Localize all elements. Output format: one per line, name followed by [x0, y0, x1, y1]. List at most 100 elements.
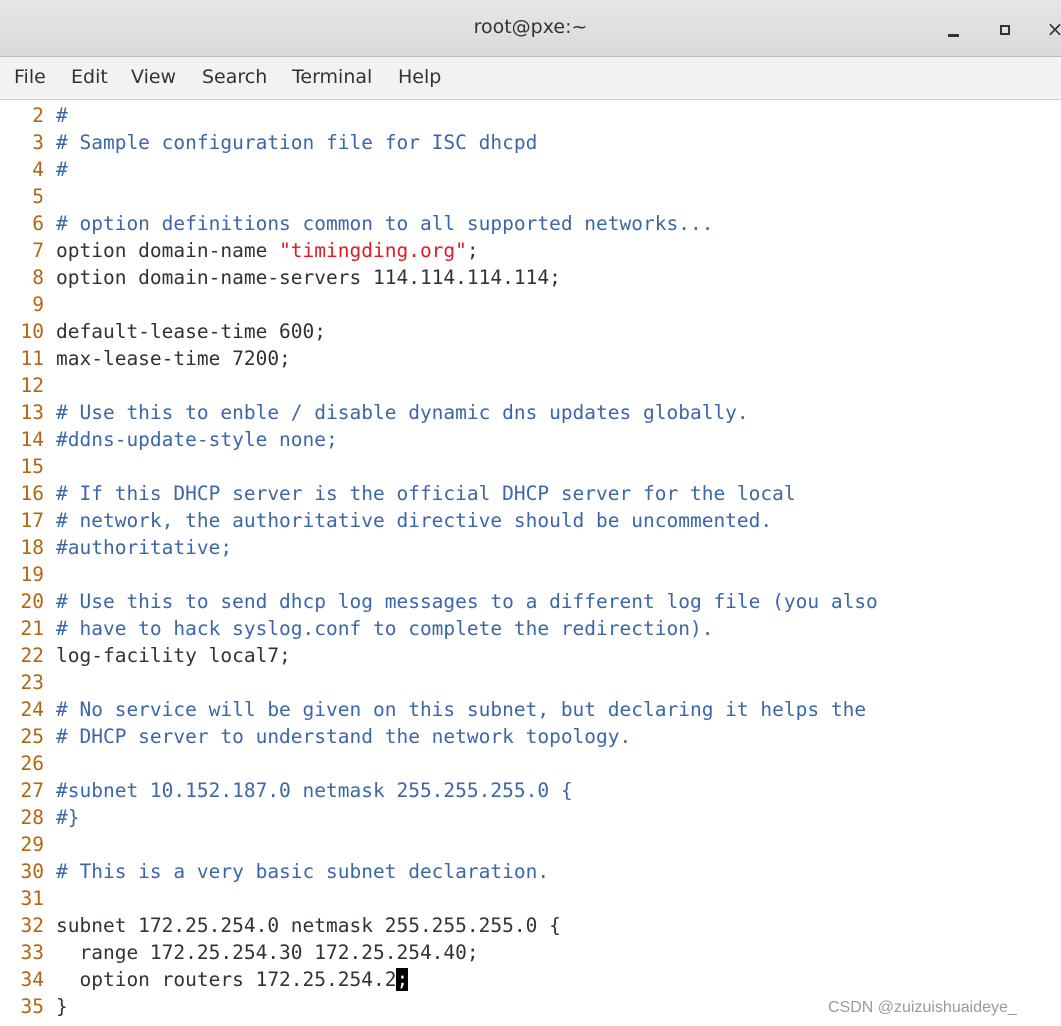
- code-text: default-lease-time 600;: [56, 320, 327, 343]
- comment-text: # No service will be given on this subne…: [56, 698, 867, 721]
- line-number: 6: [32, 212, 44, 235]
- editor-line: 21 # have to hack syslog.conf to complete…: [0, 615, 714, 642]
- menu-terminal[interactable]: Terminal: [292, 66, 372, 88]
- editor-line: 4 #: [0, 156, 68, 183]
- line-number: 34: [20, 968, 44, 991]
- menu-file[interactable]: File: [14, 66, 46, 88]
- editor-line: 20 # Use this to send dhcp log messages t…: [0, 588, 878, 615]
- line-number: 9: [32, 293, 44, 316]
- code-text: log-facility local7;: [56, 644, 291, 667]
- editor-line: 11 max-lease-time 7200;: [0, 345, 291, 372]
- line-number: 2: [32, 104, 44, 127]
- code-text: ;: [466, 239, 479, 262]
- editor-line: 33 range 172.25.254.30 172.25.254.40;: [0, 939, 479, 966]
- editor-line: 24 # No service will be given on this sub…: [0, 696, 867, 723]
- editor-line: 29: [0, 831, 56, 858]
- editor-line: 32 subnet 172.25.254.0 netmask 255.255.25…: [0, 912, 561, 939]
- line-number: 20: [20, 590, 44, 613]
- editor-line: 14 #ddns-update-style none;: [0, 426, 338, 453]
- code-text: range 172.25.254.30 172.25.254.40;: [56, 941, 479, 964]
- comment-text: # This is a very basic subnet declaratio…: [56, 860, 550, 883]
- code-text: option domain-name-servers 114.114.114.1…: [56, 266, 561, 289]
- line-number: 7: [32, 239, 44, 262]
- editor-line: 25 # DHCP server to understand the networ…: [0, 723, 632, 750]
- line-number: 13: [20, 401, 44, 424]
- string-literal: "timingding.org": [279, 239, 467, 262]
- window-title: root@pxe:~: [473, 16, 588, 38]
- line-number: 25: [20, 725, 44, 748]
- line-number: 22: [20, 644, 44, 667]
- editor-line: 35}: [0, 993, 68, 1020]
- line-number: 27: [20, 779, 44, 802]
- menu-view[interactable]: View: [131, 66, 176, 88]
- comment-text: #: [56, 158, 68, 181]
- comment-text: # option definitions common to all suppo…: [56, 212, 714, 235]
- line-number: 15: [20, 455, 44, 478]
- editor-line: 3 # Sample configuration file for ISC dhc…: [0, 129, 537, 156]
- editor-line: 30 # This is a very basic subnet declarat…: [0, 858, 550, 885]
- close-icon[interactable]: ×: [1040, 14, 1061, 44]
- menu-search[interactable]: Search: [202, 66, 267, 88]
- line-number: 14: [20, 428, 44, 451]
- comment-text: # have to hack syslog.conf to complete t…: [56, 617, 714, 640]
- comment-text: #ddns-update-style none;: [56, 428, 338, 451]
- line-number: 19: [20, 563, 44, 586]
- comment-text: #}: [56, 806, 80, 829]
- editor-line: 12: [0, 372, 56, 399]
- line-number: 4: [32, 158, 44, 181]
- menu-help[interactable]: Help: [398, 66, 441, 88]
- minimize-icon[interactable]: [938, 14, 968, 44]
- editor-line: 23: [0, 669, 56, 696]
- editor-line: 27 #subnet 10.152.187.0 netmask 255.255.2…: [0, 777, 573, 804]
- editor-line: 16 # If this DHCP server is the official …: [0, 480, 796, 507]
- comment-text: #subnet 10.152.187.0 netmask 255.255.255…: [56, 779, 573, 802]
- editor-line: 18 #authoritative;: [0, 534, 233, 561]
- code-text: option domain-name: [56, 239, 280, 262]
- menu-edit[interactable]: Edit: [71, 66, 108, 88]
- maximize-icon[interactable]: [990, 14, 1020, 44]
- terminal-window: root@pxe:~ × File Edit View Search Termi…: [0, 0, 1061, 1026]
- line-number: 28: [20, 806, 44, 829]
- editor-line: 17 # network, the authoritative directive…: [0, 507, 773, 534]
- title-bar[interactable]: root@pxe:~ ×: [0, 0, 1061, 57]
- line-number: 21: [20, 617, 44, 640]
- text-cursor: ;: [396, 968, 409, 991]
- editor-line: 2 #: [0, 102, 68, 129]
- line-number: 32: [20, 914, 44, 937]
- line-number: 31: [20, 887, 44, 910]
- editor-line: 26: [0, 750, 56, 777]
- comment-text: # DHCP server to understand the network …: [56, 725, 632, 748]
- line-number: 12: [20, 374, 44, 397]
- comment-text: # Use this to send dhcp log messages to …: [56, 590, 878, 613]
- menu-bar: File Edit View Search Terminal Help: [0, 57, 1061, 100]
- line-number: 8: [32, 266, 44, 289]
- line-number: 10: [20, 320, 44, 343]
- line-number: 29: [20, 833, 44, 856]
- line-number: 35: [20, 995, 44, 1018]
- editor-line: 13 # Use this to enble / disable dynamic …: [0, 399, 749, 426]
- terminal-editor-area[interactable]: 2 #3 # Sample configuration file for ISC d…: [0, 100, 1061, 1026]
- comment-text: # network, the authoritative directive s…: [56, 509, 773, 532]
- line-number: 26: [20, 752, 44, 775]
- comment-text: # Sample configuration file for ISC dhcp…: [56, 131, 538, 154]
- comment-text: #authoritative;: [56, 536, 233, 559]
- comment-text: # If this DHCP server is the official DH…: [56, 482, 796, 505]
- editor-line: 19: [0, 561, 56, 588]
- editor-line: 9: [0, 291, 56, 318]
- code-text: max-lease-time 7200;: [56, 347, 291, 370]
- editor-line: 7 option domain-name "timingding.org";: [0, 237, 479, 264]
- line-number: 17: [20, 509, 44, 532]
- code-text: }: [56, 995, 68, 1018]
- editor-line: 5: [0, 183, 56, 210]
- line-number: 3: [32, 131, 44, 154]
- editor-line: 31: [0, 885, 56, 912]
- editor-line: 34 option routers 172.25.254.2;: [0, 966, 409, 993]
- comment-text: # Use this to enble / disable dynamic dn…: [56, 401, 749, 424]
- editor-line: 22 log-facility local7;: [0, 642, 291, 669]
- line-number: 18: [20, 536, 44, 559]
- line-number: 24: [20, 698, 44, 721]
- editor-line: 15: [0, 453, 56, 480]
- line-number: 33: [20, 941, 44, 964]
- editor-line: 8 option domain-name-servers 114.114.114.…: [0, 264, 561, 291]
- line-number: 5: [32, 185, 44, 208]
